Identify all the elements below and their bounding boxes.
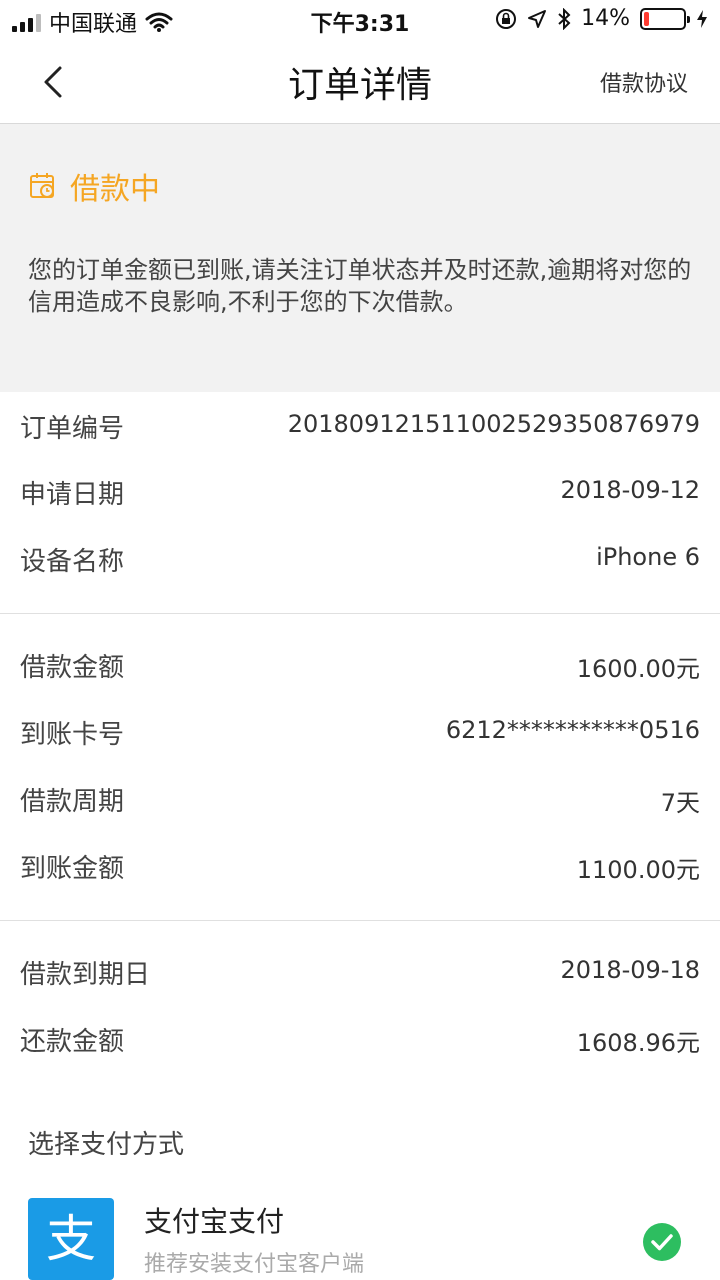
battery-percent: 14% — [581, 6, 630, 31]
info-row-received-amount: 到账金额 1100.00元 — [0, 834, 720, 900]
row-label: 借款周期 — [20, 787, 125, 817]
agreement-link[interactable]: 借款协议 — [600, 66, 688, 98]
row-value: 1600.00元 — [576, 655, 700, 683]
row-value: 6212***********0516 — [445, 716, 700, 744]
row-value: 2018-09-18 — [560, 956, 700, 984]
status-message: 您的订单金额已到账,请关注订单状态并及时还款,逾期将对您的信用造成不良影响,不利… — [28, 256, 692, 316]
row-label: 借款金额 — [20, 653, 125, 683]
row-value: 1100.00元 — [576, 856, 700, 884]
status-label: 借款中 — [70, 172, 160, 207]
clock-calendar-icon — [30, 173, 54, 198]
section-divider — [0, 920, 720, 921]
info-row-repay-amount: 还款金额 1608.96元 — [0, 1007, 720, 1073]
status-panel: 借款中 您的订单金额已到账,请关注订单状态并及时还款,逾期将对您的信用造成不良影… — [0, 124, 720, 392]
charging-icon — [697, 9, 707, 28]
battery-level — [644, 11, 649, 26]
row-label: 还款金额 — [20, 1027, 125, 1057]
row-label: 设备名称 — [20, 547, 125, 577]
row-label: 到账金额 — [20, 854, 125, 884]
row-value: 1608.96元 — [576, 1029, 700, 1057]
row-value: 20180912151100252935087697​9 — [287, 410, 700, 438]
status-icons: 14% — [495, 6, 708, 31]
alipay-logo-icon: 支 — [28, 1198, 114, 1280]
row-label: 借款到期日 — [20, 960, 151, 990]
alipay-glyph: 支 — [46, 1210, 96, 1268]
alipay-glyph-text: 支 — [46, 1210, 96, 1268]
row-value: 7天 — [660, 789, 700, 817]
info-row-loan-amount: 借款金额 1600.00元 — [0, 633, 720, 699]
location-icon — [528, 9, 547, 28]
info-row-due-date: 借款到期日 2018-09-18 — [0, 940, 720, 1006]
info-row-device: 设备名称 iPhone 6 — [0, 527, 720, 593]
section-divider — [0, 613, 720, 614]
info-row-card-number: 到账卡号 6212***********0516 — [0, 700, 720, 766]
check-circle-icon[interactable] — [642, 1222, 682, 1262]
payment-method-subtitle: 推荐安装支付宝客户端 — [144, 1252, 365, 1277]
row-value: iPhone 6 — [596, 543, 700, 571]
status-bar: 中国联通 下午3:31 14% — [0, 0, 720, 40]
row-label: 到账卡号 — [20, 720, 125, 750]
row-value: 2018-09-12 — [560, 476, 700, 504]
battery-icon — [640, 7, 690, 30]
info-row-loan-period: 借款周期 7天 — [0, 767, 720, 833]
bluetooth-icon — [558, 7, 571, 30]
row-label: 订单编号 — [20, 414, 125, 444]
status-header: 借款中 — [28, 164, 160, 208]
payment-section-title: 选择支付方式 — [28, 1130, 185, 1160]
info-row-apply-date: 申请日期 2018-09-12 — [0, 460, 720, 526]
rotation-lock-icon — [496, 8, 517, 29]
row-label: 申请日期 — [20, 480, 125, 510]
nav-bar: 订单详情 借款协议 — [0, 40, 720, 124]
info-row-order-id: 订单编号 20180912151100252935087697​9 — [0, 394, 720, 460]
payment-method-name[interactable]: 支付宝支付 — [144, 1200, 284, 1240]
